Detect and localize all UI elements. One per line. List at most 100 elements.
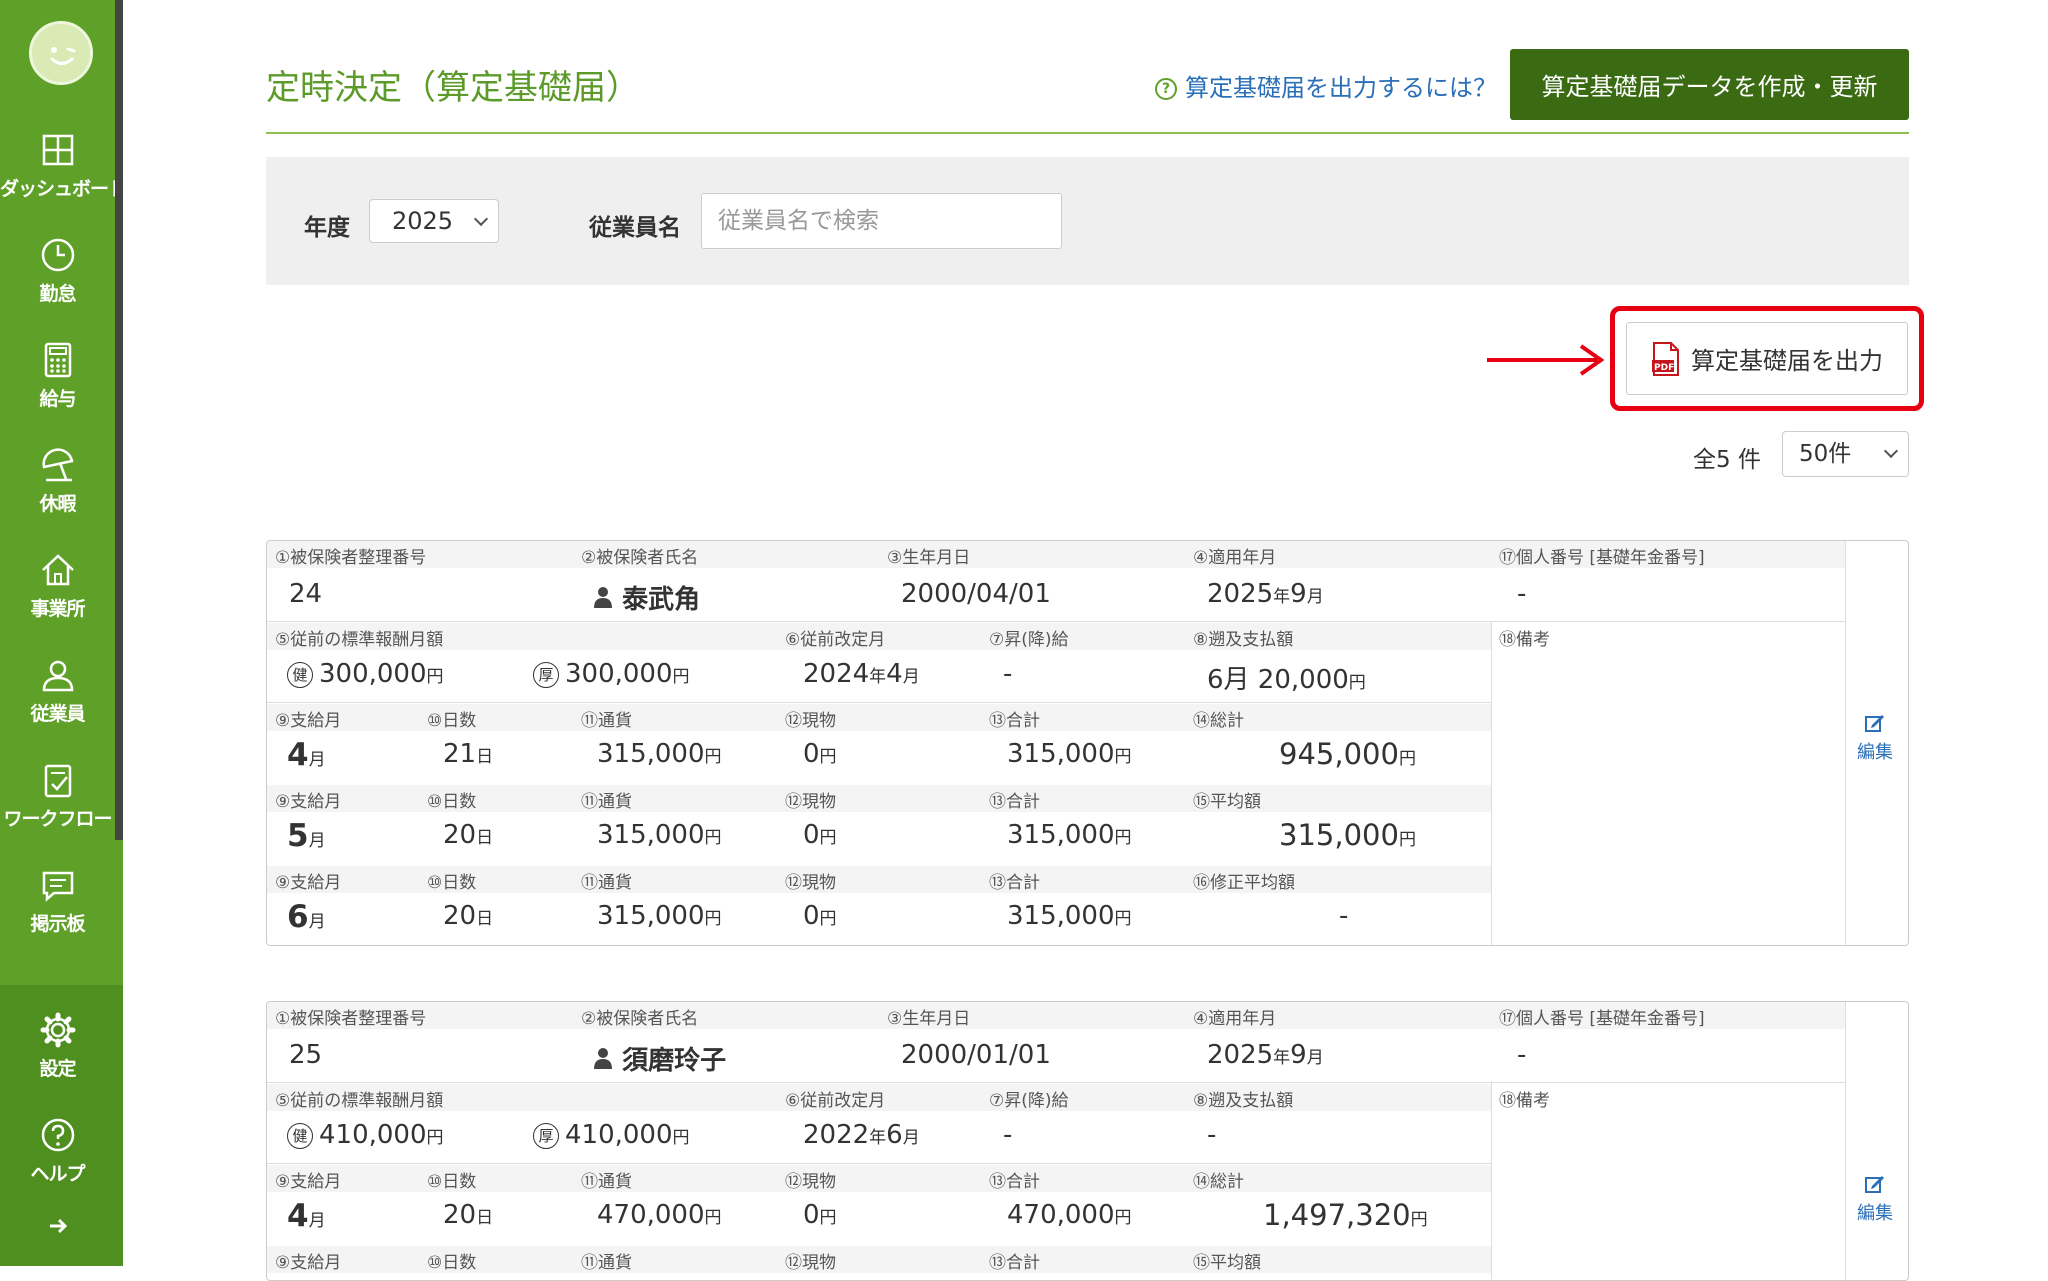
edit-icon [1865,715,1884,732]
apply-year: 2025 [1207,1040,1274,1070]
field-label: ⑤従前の標準報酬月額 [275,1091,444,1111]
unit-yen: 円 [704,747,722,767]
arrow-right-icon[interactable] [47,1215,69,1237]
apply-year-month: 2025年9月 [1207,579,1324,609]
days-value: 20 [443,820,477,850]
pay-month-value: 4 [287,737,309,773]
help-link[interactable]: ? 算定基礎届を出力するには？ [1155,68,1497,103]
unit-year: 年 [1273,1048,1291,1068]
sidebar-item-label: 給与 [39,388,76,410]
field-label: ⑭総計 [1193,711,1244,731]
total-amount: 315,000円 [1007,739,1132,769]
sidebar-item-employees[interactable]: 従業員 [0,655,115,755]
sidebar-item-dashboard[interactable]: ダッシュボード [0,130,127,230]
employee-search-input[interactable]: 従業員名で検索 [701,193,1062,249]
sidebar-item-workflow[interactable]: ワークフロー [0,760,115,860]
field-label: ⑫現物 [785,1253,836,1273]
sidebar-item-label: ワークフロー [3,808,112,830]
goods-amount: 0円 [803,739,837,769]
field-label: ⑱備考 [1499,630,1550,650]
cash-value: 315,000 [597,739,705,769]
prev-rev-month: 4 [886,659,903,689]
create-update-button[interactable]: 算定基礎届データを作成・更新 [1510,49,1909,120]
sidebar-item-board[interactable]: 掲示板 [0,865,115,965]
unit-yen: 円 [1114,828,1132,848]
field-label: ①被保険者整理番号 [275,1009,427,1029]
sidebar-item-help[interactable]: ヘルプ [0,1115,115,1215]
days: 20日 [443,1200,493,1230]
pay-month: 5月 [287,818,326,854]
total-value: 470,000 [1007,1200,1115,1230]
prev-revision-month: 2022年6月 [803,1120,920,1150]
goods-value: 0 [803,739,820,769]
divider [267,1082,1845,1083]
unit-month: 月 [1306,1048,1324,1068]
help-circle-icon: ? [1155,78,1177,100]
field-label: ⑨支給月 [275,1253,342,1273]
cash-value: 470,000 [597,1200,705,1230]
sidebar-item-label: ダッシュボード [0,178,127,200]
goods-amount: 0円 [803,820,837,850]
person-icon [42,660,73,692]
field-label: ⑪通貨 [581,873,632,893]
unit-yen: 円 [704,909,722,929]
output-pdf-button[interactable]: PDF 算定基礎届を出力 [1626,322,1908,395]
unit-month: 月 [902,667,920,687]
chevron-down-icon [473,211,489,227]
unit-yen: 円 [1398,749,1416,769]
average-amount: 315,000円 [1279,818,1416,852]
unit-month: 月 [1306,587,1324,607]
pdf-icon-text: PDF [1654,363,1674,373]
grand-total-value: 1,497,320 [1263,1198,1411,1232]
field-label: ⑰個人番号 [基礎年金番号] [1499,548,1705,568]
field-label: ⑪通貨 [581,711,632,731]
sidebar-item-payroll[interactable]: 給与 [0,340,115,440]
unit-day: 日 [476,909,494,929]
sidebar-item-leave[interactable]: 休暇 [0,445,115,545]
pay-month-value: 5 [287,818,309,854]
divider [267,702,1491,703]
divider [267,621,1845,622]
per-page-select[interactable]: 50件 [1782,431,1909,477]
chevron-down-icon [1883,443,1899,459]
sidebar-item-office[interactable]: 事業所 [0,550,115,650]
unit-yen: 円 [819,747,837,767]
sidebar-item-settings[interactable]: 設定 [0,1010,115,1110]
retro-value: 6月 20,000 [1207,665,1349,695]
gear-icon [40,1012,75,1048]
sidebar-item-label: 事業所 [30,598,85,620]
field-label: ⑩日数 [427,792,477,812]
unit-month: 月 [308,750,326,770]
umbrella-icon [41,448,73,482]
field-label: ⑨支給月 [275,711,342,731]
employee-record-card: ①被保険者整理番号 ②被保険者氏名 ③生年月日 ④適用年月 ⑰個人番号 [基礎年… [266,1001,1909,1281]
insured-number: 24 [289,579,323,609]
home-icon [41,554,74,586]
edit-button[interactable]: 編集 [1845,1174,1905,1225]
field-label: ⑧遡及支払額 [1193,1091,1294,1111]
help-icon [41,1118,74,1152]
year-select[interactable]: 2025 [369,199,499,243]
avatar[interactable] [29,21,93,85]
divider [1491,621,1492,945]
grand-total: 945,000円 [1279,737,1416,771]
sidebar-item-attendance[interactable]: 勤怠 [0,235,115,335]
sidebar-scrollbar[interactable] [115,0,123,840]
edit-button[interactable]: 編集 [1845,713,1905,764]
unit-yen: 円 [704,828,722,848]
person-icon [594,587,612,608]
field-label: ⑨支給月 [275,1172,342,1192]
field-label: ⑪通貨 [581,1253,632,1273]
prev-pension-amount: 厚 410,000円 [533,1120,690,1150]
goods-amount: 0円 [803,1200,837,1230]
red-arrow-annotation [1487,344,1605,376]
unit-yen: 円 [1410,1210,1428,1230]
per-page-value: 50件 [1799,441,1852,467]
prev-pension-value: 300,000 [565,659,673,689]
raise-value: - [1003,1120,1013,1150]
field-label: ⑬合計 [989,711,1040,731]
days: 20日 [443,901,493,931]
unit-day: 日 [476,828,494,848]
employee-name-label: 従業員名 [589,215,681,241]
goods-amount: 0円 [803,901,837,931]
